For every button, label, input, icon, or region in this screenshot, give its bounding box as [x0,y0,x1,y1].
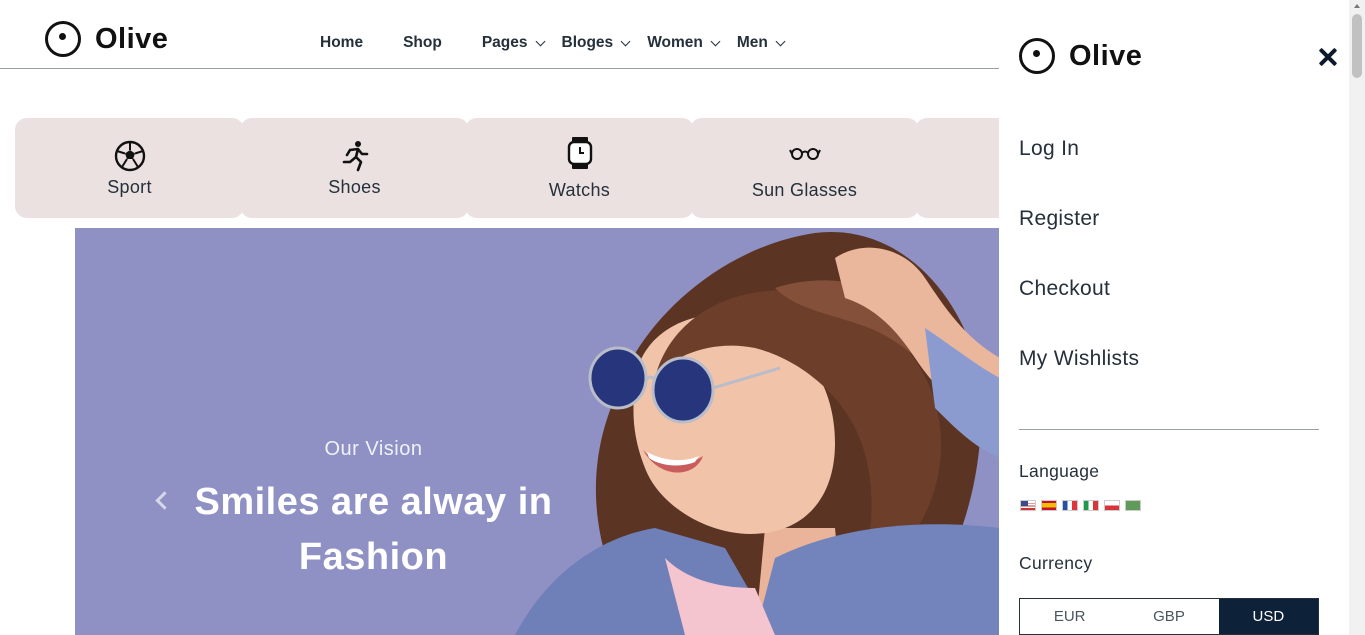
running-person-icon [340,139,370,173]
chevron-down-icon [535,36,545,47]
category-card-sport[interactable]: Sport [15,118,244,218]
olive-logo-icon [1019,38,1055,74]
spanish-flag-icon[interactable] [1041,500,1057,511]
brand-logo[interactable]: Olive [45,21,168,57]
currency-option-eur[interactable]: EUR [1020,599,1119,634]
main-nav: Home Shop Pages Bloges Women Men [320,34,802,52]
soccer-ball-icon [114,139,146,173]
chevron-down-icon [775,36,786,47]
offcanvas-menu: Olive Log In Register Checkout My Wishli… [999,0,1349,635]
page: Olive Home Shop Pages Bloges Women Men S… [0,0,1365,635]
nav-item-men[interactable]: Men [736,34,786,52]
nav-item-shop[interactable]: Shop [403,34,442,52]
hero-caption: Our Vision Smiles are alway in Fashion [165,438,582,585]
nav-label: Home [320,34,364,51]
category-card-partial[interactable] [915,118,1000,218]
french-flag-icon[interactable] [1062,500,1078,511]
olive-logo-icon [45,21,81,57]
polish-flag-icon[interactable] [1104,500,1120,511]
glasses-icon [788,136,821,170]
watch-icon [567,136,593,170]
nav-item-pages[interactable]: Pages [481,34,545,52]
currency-switcher: EUR GBP USD [1019,598,1319,635]
chevron-down-icon [710,36,721,47]
hero-title: Smiles are alway in Fashion [165,475,582,585]
scroll-up-arrow-icon[interactable] [1354,4,1360,8]
nav-label: Women [647,34,703,51]
italian-flag-icon[interactable] [1083,500,1099,511]
site-header: Olive Home Shop Pages Bloges Women Men [0,0,1000,69]
english-flag-icon[interactable] [1020,500,1036,511]
nav-item-women[interactable]: Women [647,34,721,52]
hero-title-line-1: Smiles are alway in [194,481,553,523]
category-label: Sport [107,176,152,197]
currency-heading: Currency [1019,553,1093,573]
hero-slider: Our Vision Smiles are alway in Fashion [75,228,1000,635]
nav-label: Shop [403,34,442,51]
page-scrollbar[interactable] [1349,0,1365,635]
sidebar-link-checkout[interactable]: Checkout [1019,277,1110,301]
currency-option-usd[interactable]: USD [1218,599,1318,634]
sidebar-link-log-in[interactable]: Log In [1019,137,1079,161]
sidebar-brand-logo[interactable]: Olive [1019,38,1142,74]
nav-label: Pages [481,34,528,51]
nav-label: Men [736,34,768,51]
nav-label: Bloges [561,34,614,51]
chevron-down-icon [620,36,631,47]
brand-name: Olive [95,22,169,55]
language-flags [1020,500,1141,511]
category-label: Shoes [328,176,381,197]
close-icon[interactable] [1317,46,1339,68]
category-label: Watchs [548,179,611,200]
sidebar-brand-name: Olive [1069,39,1143,72]
language-heading: Language [1019,461,1100,481]
hero-subtitle: Our Vision [324,438,423,460]
hero-title-line-2: Fashion [298,536,449,578]
scrollbar-thumb[interactable] [1352,14,1362,78]
category-card-sun-glasses[interactable]: Sun Glasses [690,118,919,218]
divider [1019,429,1319,430]
category-label: Sun Glasses [751,179,858,200]
arabic-flag-icon[interactable] [1125,500,1141,511]
nav-item-bloges[interactable]: Bloges [561,34,631,52]
sidebar-link-register[interactable]: Register [1019,207,1100,231]
sidebar-link-wishlists[interactable]: My Wishlists [1019,347,1139,371]
category-carousel: Sport Shoes Watchs Sun Glasses [15,118,1000,218]
nav-item-home[interactable]: Home [320,34,363,52]
currency-option-gbp[interactable]: GBP [1119,599,1218,634]
category-card-shoes[interactable]: Shoes [240,118,469,218]
category-card-watchs[interactable]: Watchs [465,118,694,218]
